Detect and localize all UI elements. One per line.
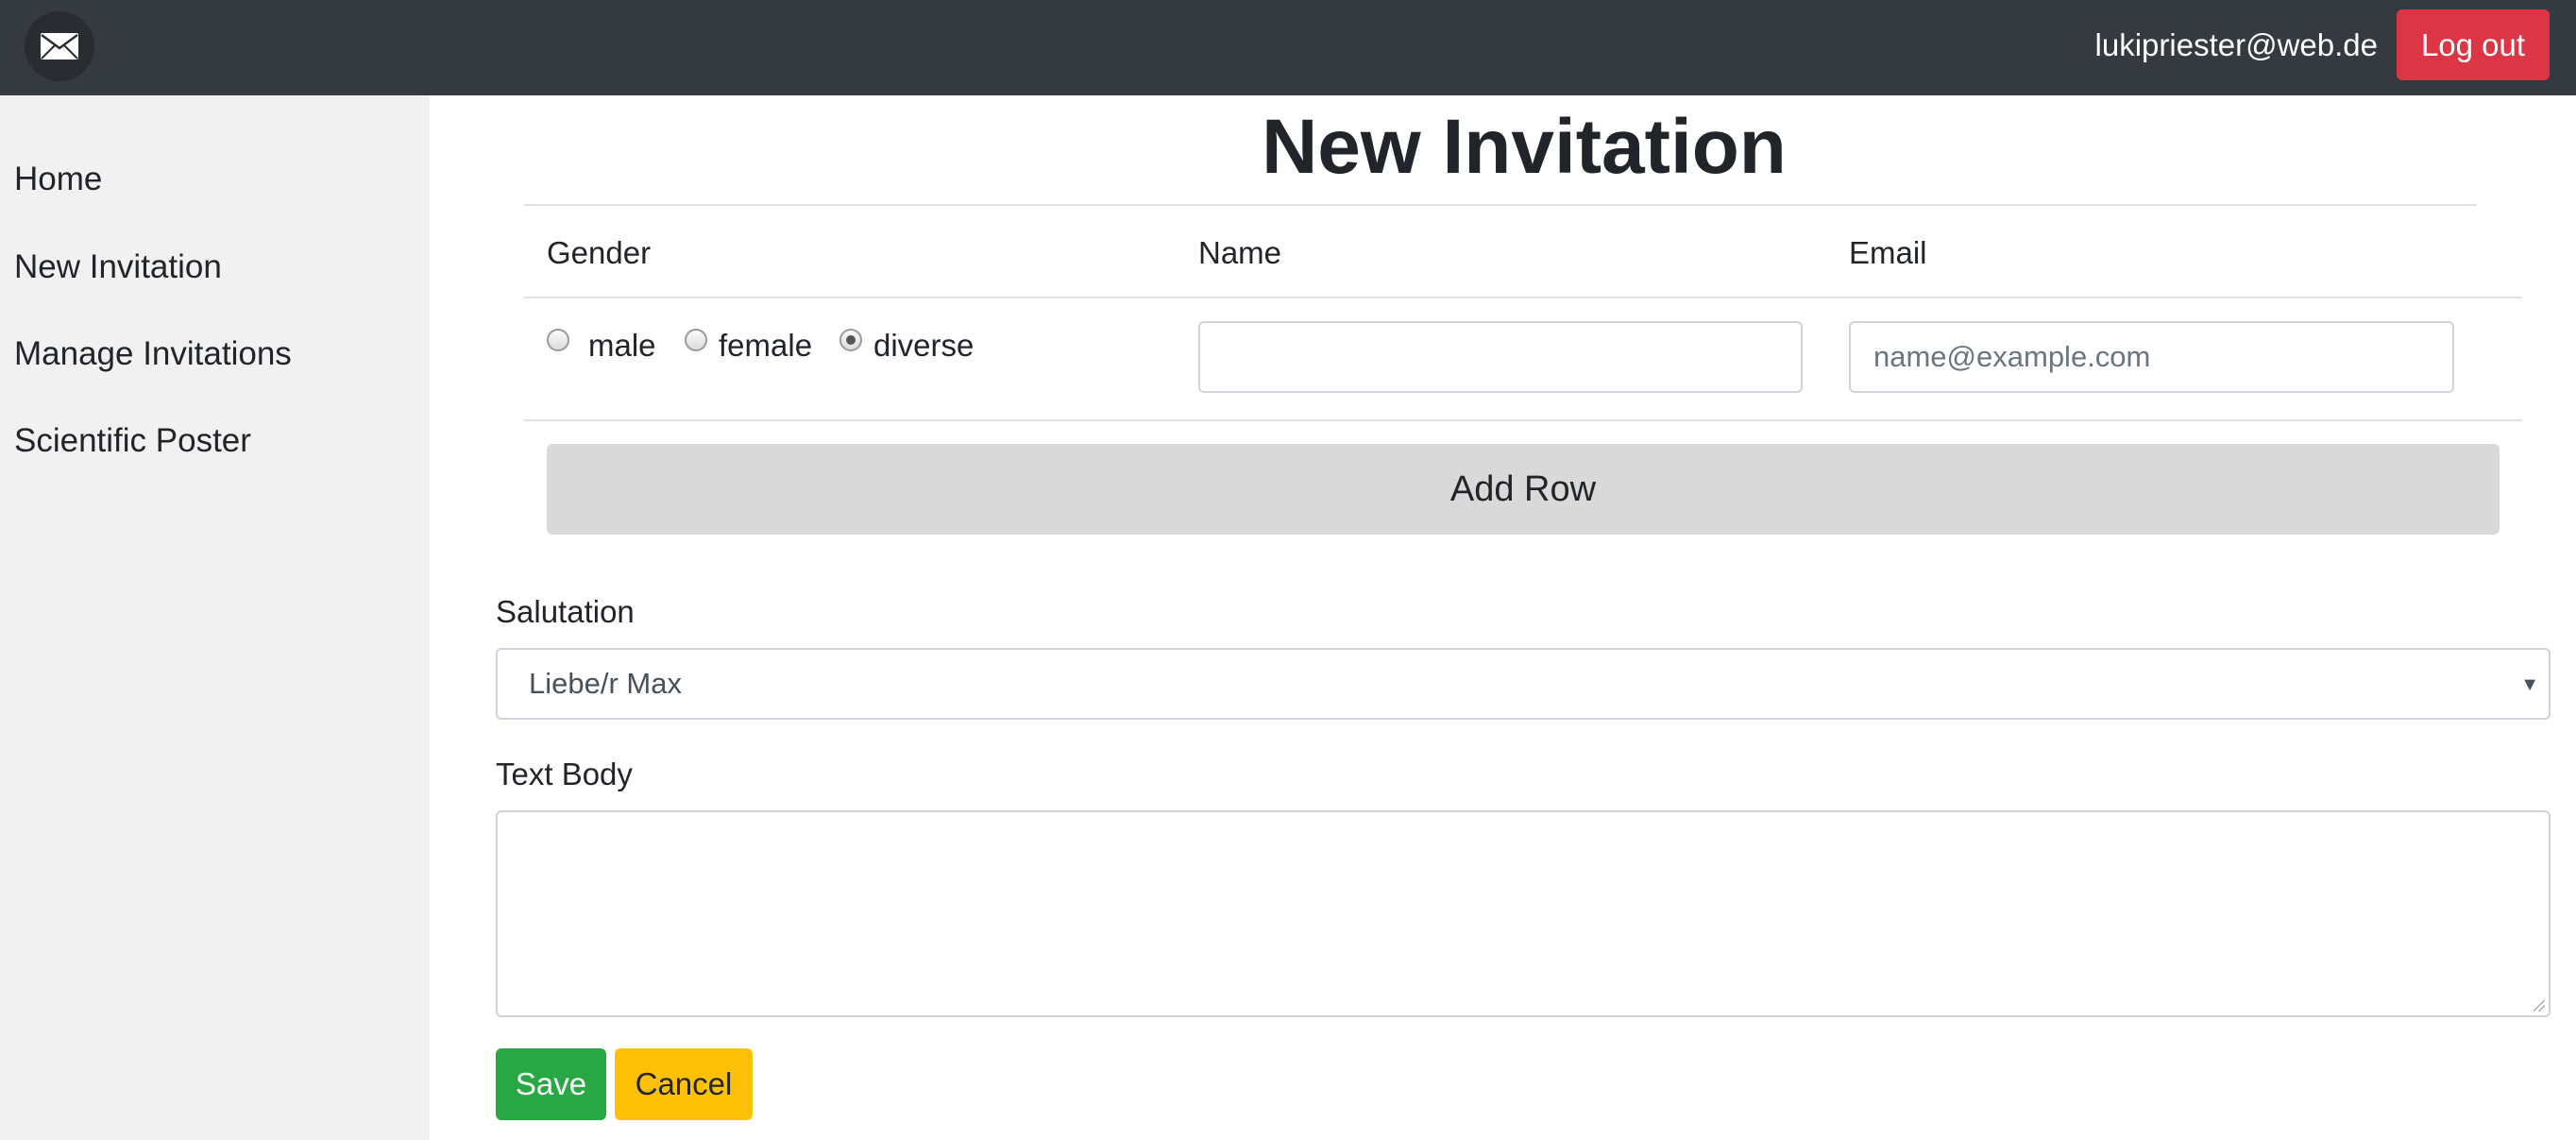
email-input[interactable]: name@example.com	[1849, 321, 2454, 393]
radio-label-male[interactable]: male	[588, 327, 656, 365]
top-navbar: lukipriester@web.de Log out	[0, 0, 2576, 95]
name-input[interactable]	[1198, 321, 1803, 393]
cancel-button[interactable]: Cancel	[615, 1048, 753, 1120]
dropdown-arrow-icon[interactable]: ▼	[2520, 674, 2539, 696]
user-email: lukipriester@web.de	[2094, 27, 2378, 62]
radio-label-female[interactable]: female	[719, 327, 812, 365]
sidebar: Home New Invitation Manage Invitations S…	[0, 95, 430, 1140]
text-body-textarea[interactable]	[496, 810, 2551, 1017]
envelope-icon[interactable]	[25, 11, 94, 81]
table-top-divider	[524, 204, 2477, 206]
radio-diverse[interactable]	[839, 329, 862, 351]
sidebar-item-new-invitation[interactable]: New Invitation	[14, 247, 222, 288]
table-header-divider	[524, 297, 2522, 298]
sidebar-item-manage-invitations[interactable]: Manage Invitations	[14, 333, 292, 375]
resize-handle-icon[interactable]	[2534, 1000, 2545, 1012]
salutation-select[interactable]: Liebe/r Max ▼	[496, 648, 2551, 720]
radio-label-diverse[interactable]: diverse	[873, 327, 974, 365]
page-title: New Invitation	[1262, 104, 1787, 190]
salutation-label: Salutation	[496, 594, 635, 629]
text-body-label: Text Body	[496, 757, 633, 791]
sidebar-item-scientific-poster[interactable]: Scientific Poster	[14, 420, 251, 462]
column-header-gender: Gender	[547, 235, 652, 270]
column-header-name: Name	[1198, 235, 1282, 270]
table-row-divider	[524, 419, 2522, 421]
radio-male[interactable]	[547, 329, 569, 351]
add-row-button[interactable]: Add Row	[547, 444, 2500, 535]
logout-button[interactable]: Log out	[2397, 9, 2550, 80]
save-button[interactable]: Save	[496, 1048, 606, 1120]
salutation-selected-value: Liebe/r Max	[529, 667, 682, 700]
column-header-email: Email	[1849, 235, 1927, 270]
radio-female[interactable]	[685, 329, 707, 351]
sidebar-item-home[interactable]: Home	[14, 159, 102, 200]
